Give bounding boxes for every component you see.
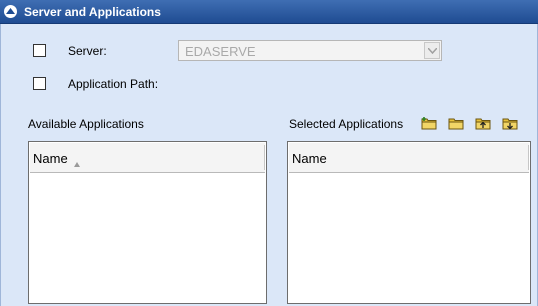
server-label: Server: xyxy=(68,44,107,58)
available-name-column-header[interactable]: Name xyxy=(30,143,265,173)
collapse-up-icon[interactable] xyxy=(4,5,17,18)
available-applications-list[interactable]: Name xyxy=(28,141,267,304)
selected-applications-label: Selected Applications xyxy=(289,117,404,131)
folder-add-icon[interactable] xyxy=(421,116,437,130)
server-select-value: EDASERVE xyxy=(185,44,256,59)
section-title: Server and Applications xyxy=(24,5,161,19)
application-path-label: Application Path: xyxy=(68,77,159,91)
column-divider[interactable] xyxy=(264,145,265,170)
section-header[interactable]: Server and Applications xyxy=(0,0,538,24)
selected-name-column-header[interactable]: Name xyxy=(289,143,529,173)
server-checkbox[interactable] xyxy=(33,44,46,57)
selected-name-header-label: Name xyxy=(292,151,327,166)
column-divider[interactable] xyxy=(528,145,529,170)
selected-applications-list[interactable]: Name xyxy=(287,141,531,304)
application-path-checkbox[interactable] xyxy=(33,77,46,90)
available-name-header-label: Name xyxy=(33,151,68,166)
folder-move-up-icon[interactable] xyxy=(475,116,491,130)
folder-icon[interactable] xyxy=(448,116,464,130)
available-applications-label: Available Applications xyxy=(28,117,144,131)
sort-ascending-icon xyxy=(74,156,80,170)
chevron-down-icon[interactable] xyxy=(424,42,440,59)
server-select[interactable]: EDASERVE xyxy=(178,40,442,61)
folder-move-down-icon[interactable] xyxy=(502,116,518,130)
